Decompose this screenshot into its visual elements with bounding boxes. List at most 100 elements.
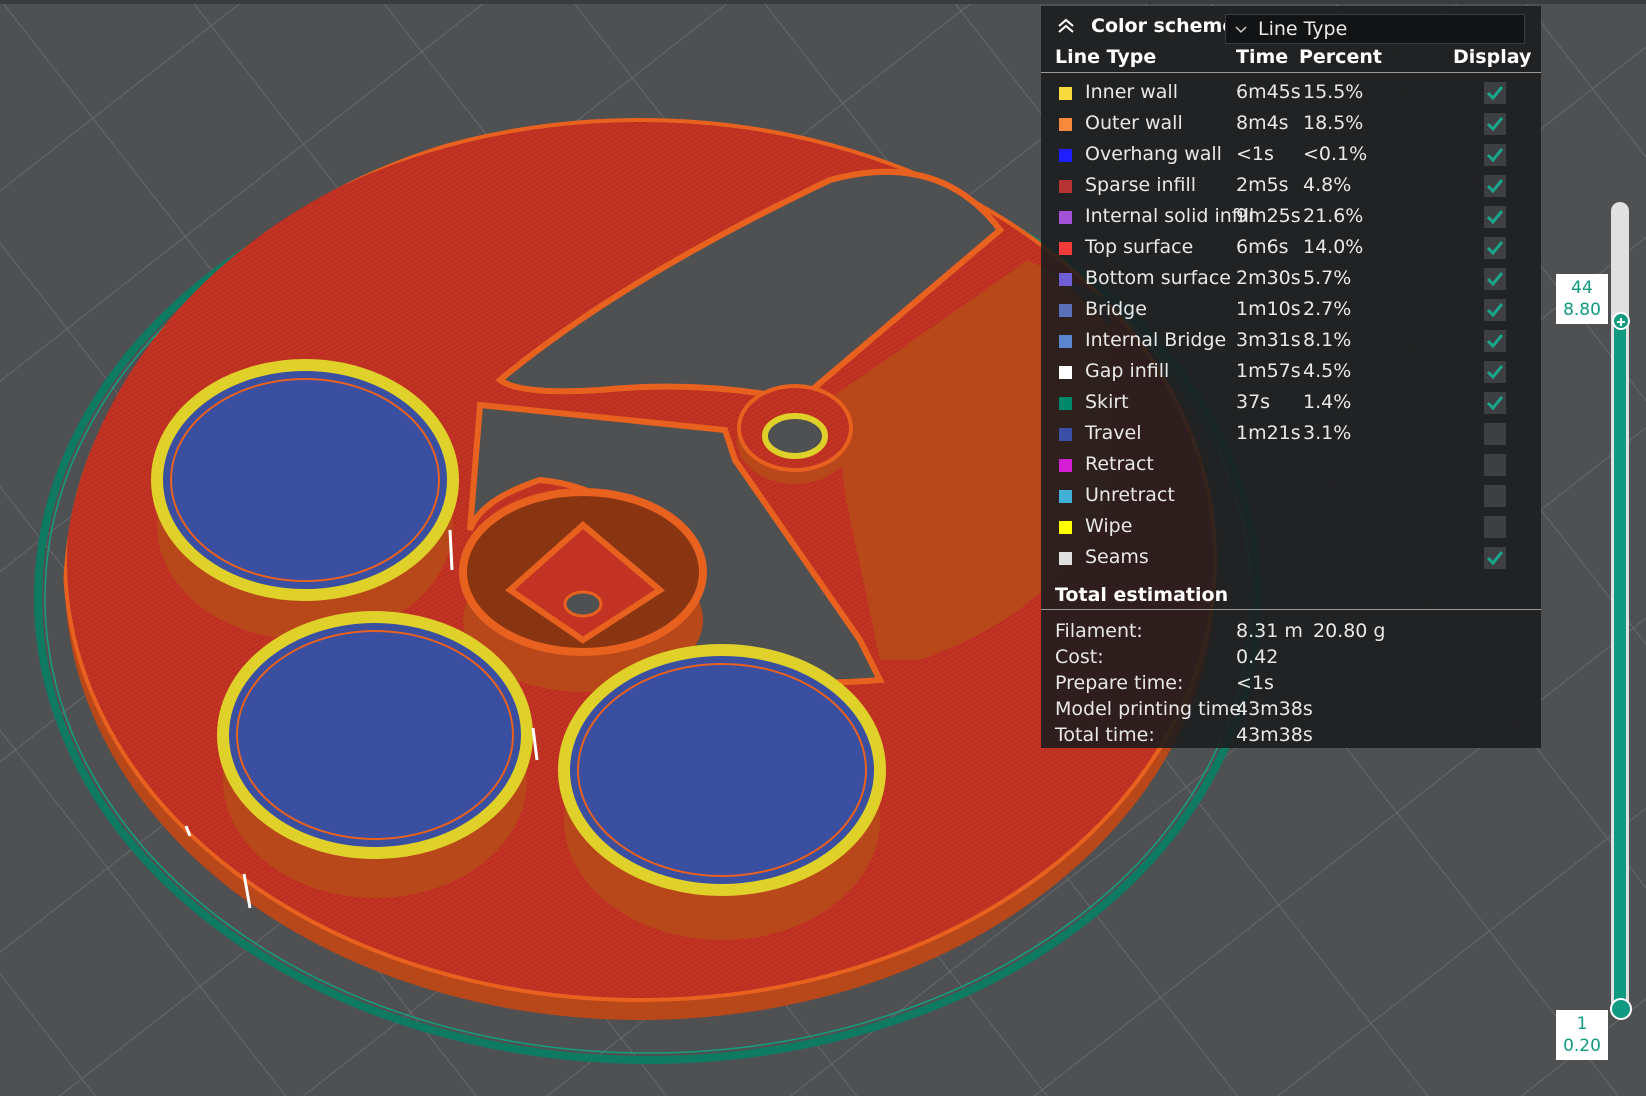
color-swatch	[1059, 397, 1072, 410]
line-type-name: Travel	[1085, 422, 1142, 444]
line-type-name: Sparse infill	[1085, 174, 1197, 196]
legend-row-gap-infill: Gap infill 1m57s 4.5%	[1041, 357, 1541, 388]
bottom-layer-number: 1	[1576, 1014, 1588, 1034]
color-swatch	[1059, 211, 1072, 224]
display-checkbox[interactable]	[1484, 516, 1506, 538]
pocket-1-floor	[151, 359, 459, 601]
color-swatch	[1059, 521, 1072, 534]
filament-row: Filament: 8.31 m 20.80 g	[1041, 620, 1541, 646]
color-swatch	[1059, 304, 1072, 317]
display-checkbox[interactable]	[1484, 485, 1506, 507]
checkmark-icon	[1486, 334, 1504, 349]
total-estimation-title: Total estimation	[1055, 584, 1229, 606]
line-type-name: Inner wall	[1085, 81, 1178, 103]
color-scheme-value: Line Type	[1258, 18, 1348, 40]
legend-panel: Color scheme Line Type Line Type Time Pe…	[1041, 6, 1541, 748]
display-checkbox[interactable]	[1484, 206, 1506, 228]
cost-value: 0.42	[1236, 646, 1279, 668]
double-chevron-up-icon[interactable]	[1055, 16, 1077, 36]
legend-row-wipe: Wipe	[1041, 512, 1541, 543]
legend-row-overhang-wall: Overhang wall <1s <0.1%	[1041, 140, 1541, 171]
line-type-percent: 1.4%	[1303, 391, 1352, 413]
line-type-time: 6m45s	[1236, 81, 1301, 103]
prepare-time-value: <1s	[1236, 672, 1274, 694]
line-type-name: Internal solid infill	[1085, 205, 1255, 227]
color-scheme-dropdown[interactable]: Line Type	[1225, 14, 1525, 44]
total-time-row: Total time: 43m38s	[1041, 724, 1541, 750]
layer-slider-bottom-handle[interactable]	[1610, 998, 1632, 1020]
filament-weight: 20.80 g	[1313, 620, 1386, 642]
cost-label: Cost:	[1055, 646, 1104, 668]
line-type-name: Gap infill	[1085, 360, 1170, 382]
line-type-time: 2m30s	[1236, 267, 1301, 289]
display-checkbox[interactable]	[1484, 361, 1506, 383]
line-type-name: Overhang wall	[1085, 143, 1222, 165]
total-time-label: Total time:	[1055, 724, 1155, 746]
line-type-time: 37s	[1236, 391, 1271, 413]
legend-row-sparse-infill: Sparse infill 2m5s 4.8%	[1041, 171, 1541, 202]
total-divider	[1041, 609, 1541, 610]
display-checkbox[interactable]	[1484, 113, 1506, 135]
header-divider	[1041, 72, 1541, 73]
line-type-time: 1m10s	[1236, 298, 1301, 320]
cost-row: Cost: 0.42	[1041, 646, 1541, 672]
total-time-value: 43m38s	[1236, 724, 1313, 746]
column-header-line-type: Line Type	[1055, 46, 1157, 68]
checkmark-icon	[1486, 551, 1504, 566]
color-scheme-header: Color scheme Line Type	[1041, 6, 1541, 46]
display-checkbox[interactable]	[1484, 423, 1506, 445]
legend-row-outer-wall: Outer wall 8m4s 18.5%	[1041, 109, 1541, 140]
legend-row-bottom-surface: Bottom surface 2m30s 5.7%	[1041, 264, 1541, 295]
line-type-name: Retract	[1085, 453, 1154, 475]
color-swatch	[1059, 490, 1072, 503]
model-printing-time-value: 43m38s	[1236, 698, 1313, 720]
legend-row-inner-wall: Inner wall 6m45s 15.5%	[1041, 78, 1541, 109]
checkmark-icon	[1486, 86, 1504, 101]
legend-row-retract: Retract	[1041, 450, 1541, 481]
line-type-name: Skirt	[1085, 391, 1129, 413]
legend-row-top-surface: Top surface 6m6s 14.0%	[1041, 233, 1541, 264]
line-type-time: 1m57s	[1236, 360, 1301, 382]
column-header-time: Time	[1236, 46, 1289, 68]
checkmark-icon	[1486, 148, 1504, 163]
display-checkbox[interactable]	[1484, 268, 1506, 290]
display-checkbox[interactable]	[1484, 299, 1506, 321]
color-swatch	[1059, 428, 1072, 441]
display-checkbox[interactable]	[1484, 237, 1506, 259]
legend-row-bridge: Bridge 1m10s 2.7%	[1041, 295, 1541, 326]
line-type-name: Wipe	[1085, 515, 1133, 537]
color-swatch	[1059, 273, 1072, 286]
top-edge	[0, 0, 1646, 4]
line-type-name: Seams	[1085, 546, 1149, 568]
column-header-display: Display	[1453, 46, 1532, 68]
color-swatch	[1059, 552, 1072, 565]
line-type-percent: 4.5%	[1303, 360, 1352, 382]
color-swatch	[1059, 87, 1072, 100]
legend-row-seams: Seams	[1041, 543, 1541, 574]
line-type-time: 9m25s	[1236, 205, 1301, 227]
display-checkbox[interactable]	[1484, 454, 1506, 476]
display-checkbox[interactable]	[1484, 392, 1506, 414]
display-checkbox[interactable]	[1484, 547, 1506, 569]
column-header-percent: Percent	[1299, 46, 1382, 68]
top-layer-number: 44	[1571, 278, 1593, 298]
line-type-time: 8m4s	[1236, 112, 1289, 134]
layer-slider-top-handle[interactable]	[1612, 312, 1630, 330]
display-checkbox[interactable]	[1484, 82, 1506, 104]
color-swatch	[1059, 242, 1072, 255]
color-swatch	[1059, 180, 1072, 193]
display-checkbox[interactable]	[1484, 144, 1506, 166]
pocket-3-floor	[558, 644, 886, 896]
legend-row-internal-solid-infill: Internal solid infill 9m25s 21.6%	[1041, 202, 1541, 233]
bottom-layer-label: 1 0.20	[1556, 1010, 1608, 1060]
line-type-percent: 18.5%	[1303, 112, 1364, 134]
display-checkbox[interactable]	[1484, 175, 1506, 197]
line-type-name: Bottom surface	[1085, 267, 1231, 289]
checkmark-icon	[1486, 179, 1504, 194]
legend-row-unretract: Unretract	[1041, 481, 1541, 512]
display-checkbox[interactable]	[1484, 330, 1506, 352]
line-type-name: Top surface	[1085, 236, 1194, 258]
model-printing-time-label: Model printing time:	[1055, 698, 1248, 720]
line-type-time: <1s	[1236, 143, 1274, 165]
checkmark-icon	[1486, 241, 1504, 256]
